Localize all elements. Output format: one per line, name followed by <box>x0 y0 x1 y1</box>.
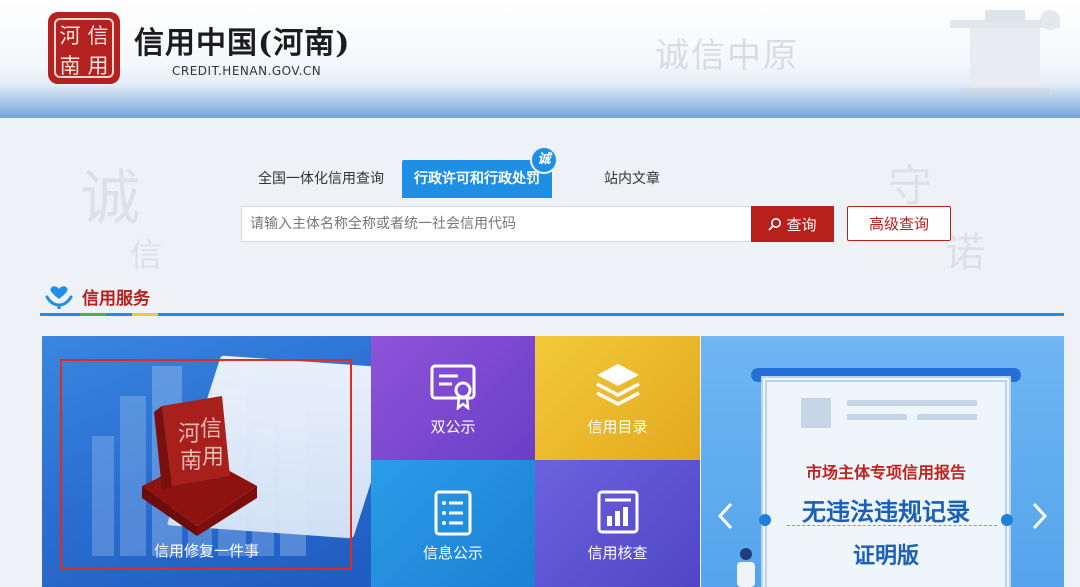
tile-credit-catalog[interactable]: 信用目录 <box>535 336 700 460</box>
tab-admin-license-penalty[interactable]: 行政许可和行政处罚 诚 <box>402 146 558 198</box>
bar-chart-doc-icon <box>597 490 638 534</box>
bg-calligraphy: 诺 <box>945 230 985 276</box>
accent-segment <box>80 313 106 316</box>
bg-calligraphy: 诚 <box>80 164 140 234</box>
tile-info-publicity[interactable]: 信息公示 <box>371 460 535 587</box>
bg-calligraphy: 信 <box>130 236 163 274</box>
section-header: 信用服务 <box>44 284 150 309</box>
certificate-line <box>917 414 977 420</box>
report-divider <box>787 525 997 526</box>
section-accent <box>80 313 158 316</box>
certificate-thumbnail <box>801 398 831 428</box>
site-domain: CREDIT.HENAN.GOV.CN <box>172 64 322 78</box>
header-slogan: 诚信中原 <box>655 36 799 76</box>
accent-segment <box>132 313 158 316</box>
scroll-knob <box>759 514 771 526</box>
certificate-card: 市场主体专项信用报告 无违法违规记录 证明版 <box>761 376 1011 587</box>
site-title[interactable]: 信用中国(河南) <box>134 18 350 62</box>
section-divider <box>40 313 1064 316</box>
report-headline: 无违法违规记录 <box>802 497 970 526</box>
search-tabs: 全国一体化信用查询 行政许可和行政处罚 诚 站内文章 <box>246 146 672 198</box>
seal-char: 南 <box>59 54 81 78</box>
tab-badge-icon: 诚 <box>530 146 558 174</box>
site-logo[interactable]: 河 信 南 用 <box>48 12 120 84</box>
search-icon <box>769 218 782 231</box>
header-wave <box>0 84 1080 118</box>
seal-char: 信 <box>87 24 109 48</box>
report-title: 市场主体专项信用报告 <box>805 463 966 482</box>
seal-char: 河 <box>59 24 81 48</box>
search-button[interactable]: 查询 <box>751 206 834 242</box>
tile-credit-catalog-label: 信用目录 <box>587 418 648 436</box>
carousel-next-icon[interactable] <box>1026 496 1054 536</box>
site-header: 诚信中原 河 信 南 用 信用中国(河南) CREDIT.HENAN.GOV.C… <box>0 0 1080 118</box>
section-title: 信用服务 <box>82 289 150 309</box>
certificate-icon <box>430 364 476 410</box>
tile-info-publicity-label: 信息公示 <box>422 544 483 562</box>
tab-site-articles[interactable]: 站内文章 <box>592 160 672 198</box>
search-bar: 查询 <box>241 206 834 242</box>
certificate-line <box>847 400 977 406</box>
accent-segment <box>106 313 132 316</box>
seal-char: 用 <box>87 54 109 78</box>
tab-label: 行政许可和行政处罚 <box>414 171 540 187</box>
carousel-prev-icon[interactable] <box>711 496 739 536</box>
search-input[interactable] <box>242 207 751 241</box>
report-subtitle: 证明版 <box>852 543 919 569</box>
tile-credit-verification-label: 信用核查 <box>587 544 648 562</box>
tab-national-credit-query[interactable]: 全国一体化信用查询 <box>246 160 396 198</box>
bg-calligraphy: 守 <box>888 161 932 212</box>
tile-double-publicity[interactable]: 双公示 <box>371 336 535 460</box>
advanced-search-button[interactable]: 高级查询 <box>847 206 951 241</box>
document-list-icon <box>434 490 472 536</box>
person-illustration <box>737 548 755 587</box>
highlight-frame <box>60 359 352 570</box>
search-button-label: 查询 <box>786 215 817 234</box>
scroll-knob <box>1001 514 1013 526</box>
tile-credit-verification[interactable]: 信用核查 <box>535 460 700 587</box>
tile-credit-report-banner[interactable]: 市场主体专项信用报告 无违法违规记录 证明版 <box>701 336 1064 587</box>
layers-icon <box>595 364 640 406</box>
tile-double-publicity-label: 双公示 <box>430 418 476 436</box>
certificate-line <box>847 414 907 420</box>
heart-hand-icon <box>45 285 73 309</box>
